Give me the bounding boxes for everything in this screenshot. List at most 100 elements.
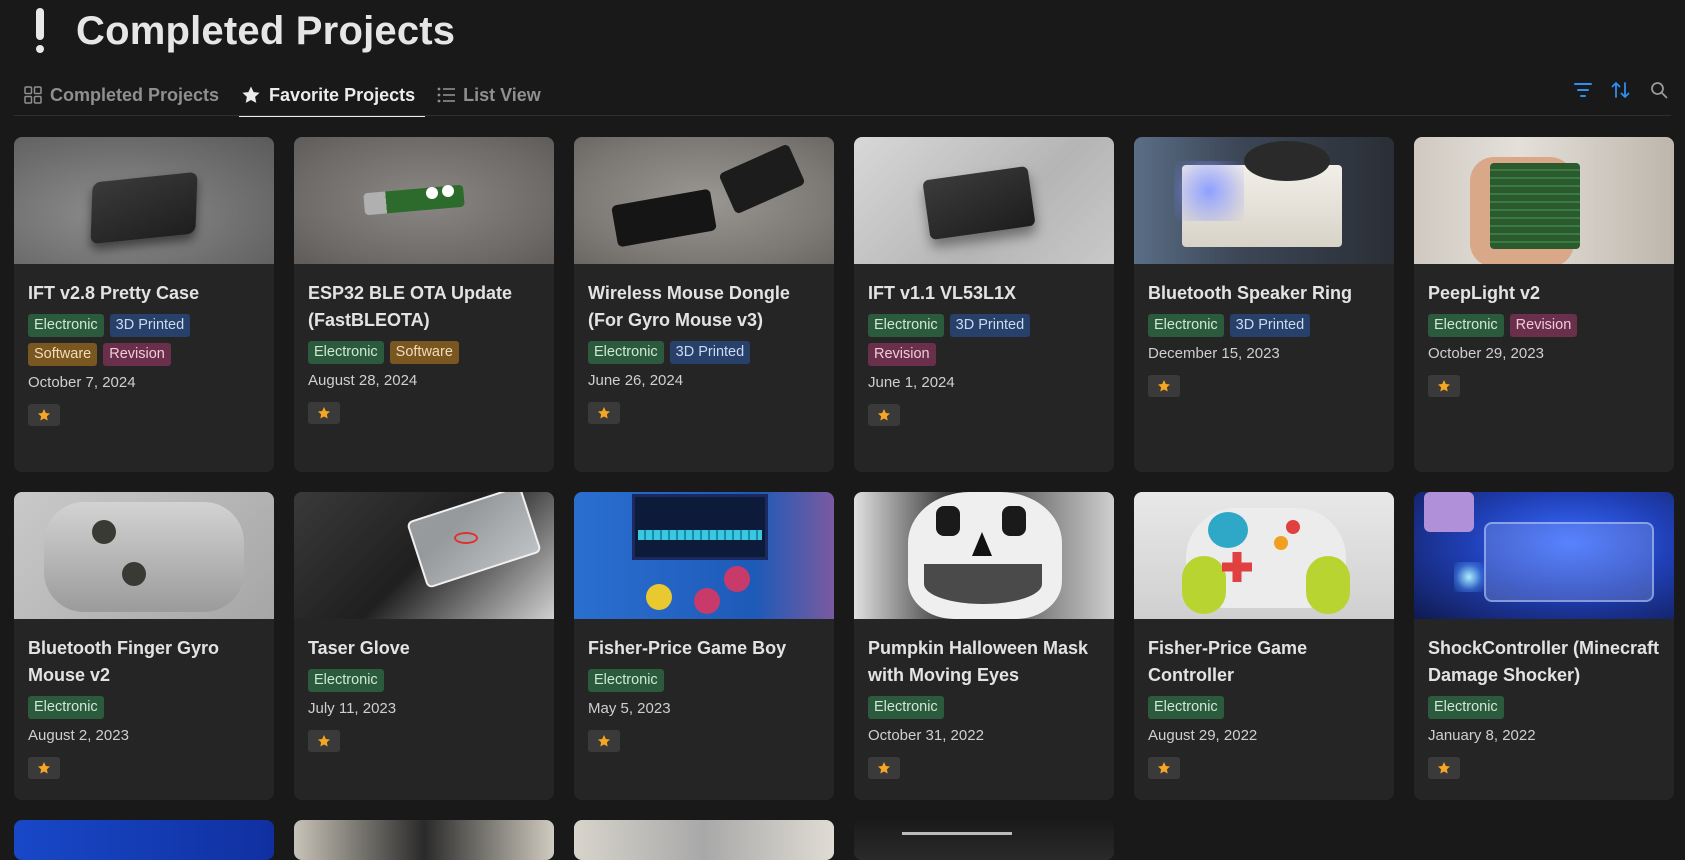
exclamation-icon	[30, 8, 50, 54]
card-tags: Electronic 3D Printed	[588, 341, 788, 364]
tag-software: Software	[389, 341, 459, 364]
card-date: January 8, 2022	[1428, 727, 1536, 744]
card-date: August 28, 2024	[308, 372, 418, 389]
project-card-partial[interactable]	[574, 820, 834, 860]
favorite-star-icon	[28, 757, 60, 779]
card-tags: Electronic	[1428, 696, 1628, 719]
sort-icon[interactable]	[1611, 80, 1631, 100]
project-card[interactable]: Wireless Mouse Dongle (For Gyro Mouse v3…	[574, 137, 834, 472]
project-card[interactable]: Fisher-Price Game Boy Electronic May 5, …	[574, 492, 834, 800]
project-card[interactable]: IFT v2.8 Pretty Case Electronic 3D Print…	[14, 137, 274, 472]
tag-electronic: Electronic	[588, 341, 664, 364]
project-card[interactable]: ESP32 BLE OTA Update (FastBLEOTA) Electr…	[294, 137, 554, 472]
card-date: October 7, 2024	[28, 374, 136, 391]
favorite-star-icon	[1428, 375, 1460, 397]
card-cover-image	[1134, 137, 1394, 264]
card-tags: Electronic 3D Printed	[1148, 314, 1348, 337]
card-cover-image	[854, 820, 1114, 860]
card-title: PeepLight v2	[1428, 283, 1541, 303]
card-cover-image	[574, 492, 834, 619]
star-icon	[241, 85, 261, 105]
view-toolbar	[1573, 80, 1669, 100]
tab-completed-projects[interactable]: Completed Projects	[22, 74, 229, 116]
card-date: October 31, 2022	[868, 727, 984, 744]
title-row: Completed Projects	[30, 8, 455, 54]
card-cover-image	[854, 492, 1114, 619]
card-title: Bluetooth Speaker Ring	[1148, 283, 1353, 303]
card-date: October 29, 2023	[1428, 345, 1544, 362]
favorite-star-icon	[588, 402, 620, 424]
tag-electronic: Electronic	[1428, 696, 1504, 719]
card-title: ShockController (Minecraft Damage Shocke…	[1428, 638, 1660, 685]
card-cover-image	[294, 820, 554, 860]
card-title: Fisher-Price Game Controller	[1148, 638, 1308, 685]
tag-3d-printed: 3D Printed	[109, 314, 191, 337]
tab-label: List View	[463, 84, 541, 105]
tag-revision: Revision	[1509, 314, 1578, 337]
favorite-star-icon	[1148, 757, 1180, 779]
project-card[interactable]: Pumpkin Halloween Mask with Moving Eyes …	[854, 492, 1114, 800]
project-card[interactable]: Fisher-Price Game Controller Electronic …	[1134, 492, 1394, 800]
card-cover-image	[14, 820, 274, 860]
gallery-icon	[24, 86, 42, 104]
tag-software: Software	[28, 343, 98, 366]
tag-electronic: Electronic	[28, 696, 104, 719]
page-header: Completed Projects Completed Projects Fa…	[0, 0, 1685, 117]
card-date: August 29, 2022	[1148, 727, 1258, 744]
favorite-star-icon	[308, 730, 340, 752]
card-cover-image	[1134, 492, 1394, 619]
card-tags: Electronic	[868, 696, 1068, 719]
tab-list-view[interactable]: List View	[435, 74, 551, 116]
tag-electronic: Electronic	[868, 314, 944, 337]
card-cover-image	[1414, 492, 1674, 619]
card-cover-image	[574, 137, 834, 264]
card-title: Pumpkin Halloween Mask with Moving Eyes	[868, 638, 1089, 685]
card-cover-image	[294, 137, 554, 264]
tabs-divider	[14, 115, 1671, 116]
favorite-star-icon	[1148, 375, 1180, 397]
tag-revision: Revision	[103, 343, 171, 366]
project-card-partial[interactable]	[294, 820, 554, 860]
card-date: May 5, 2023	[588, 700, 671, 717]
favorite-star-icon	[1428, 757, 1460, 779]
card-title: Taser Glove	[308, 638, 410, 658]
card-title: ESP32 BLE OTA Update (FastBLEOTA)	[308, 283, 513, 330]
card-cover-image	[14, 492, 274, 619]
card-cover-image	[1414, 137, 1674, 264]
filter-icon[interactable]	[1573, 80, 1593, 100]
tab-label: Favorite Projects	[269, 84, 416, 105]
card-date: June 26, 2024	[588, 372, 684, 389]
tag-electronic: Electronic	[308, 669, 384, 692]
tab-label: Completed Projects	[50, 84, 220, 105]
project-card[interactable]: Taser Glove Electronic July 11, 2023	[294, 492, 554, 800]
page-title: Completed Projects	[76, 8, 456, 53]
tab-favorite-projects[interactable]: Favorite Projects	[239, 74, 426, 117]
view-tabs: Completed Projects Favorite Projects Lis…	[22, 74, 561, 117]
project-card-partial[interactable]	[854, 820, 1114, 860]
card-tags: Electronic 3D Printed Software Revision	[28, 314, 228, 366]
card-tags: Electronic Revision	[1428, 314, 1628, 337]
tag-electronic: Electronic	[28, 314, 104, 337]
project-card[interactable]: IFT v1.1 VL53L1X Electronic 3D Printed R…	[854, 137, 1114, 472]
card-tags: Electronic	[28, 696, 228, 719]
card-title: Bluetooth Finger Gyro Mouse v2	[28, 638, 219, 685]
card-tags: Electronic 3D Printed Revision	[868, 314, 1068, 366]
project-card[interactable]: Bluetooth Finger Gyro Mouse v2 Electroni…	[14, 492, 274, 800]
search-icon[interactable]	[1649, 80, 1669, 100]
card-date: August 2, 2023	[28, 727, 129, 744]
card-title: Fisher-Price Game Boy	[588, 638, 787, 658]
project-card[interactable]: Bluetooth Speaker Ring Electronic 3D Pri…	[1134, 137, 1394, 472]
tag-3d-printed: 3D Printed	[669, 341, 751, 364]
favorite-star-icon	[868, 404, 900, 426]
project-card[interactable]: ShockController (Minecraft Damage Shocke…	[1414, 492, 1674, 800]
project-card-partial[interactable]	[14, 820, 274, 860]
card-tags: Electronic	[308, 669, 508, 692]
favorite-star-icon	[308, 402, 340, 424]
tag-electronic: Electronic	[1428, 314, 1504, 337]
card-title: IFT v1.1 VL53L1X	[868, 283, 1017, 303]
card-date: June 1, 2024	[868, 374, 955, 391]
favorite-star-icon	[28, 404, 60, 426]
card-title: Wireless Mouse Dongle (For Gyro Mouse v3…	[588, 283, 790, 330]
project-card[interactable]: PeepLight v2 Electronic Revision October…	[1414, 137, 1674, 472]
favorite-star-icon	[588, 730, 620, 752]
